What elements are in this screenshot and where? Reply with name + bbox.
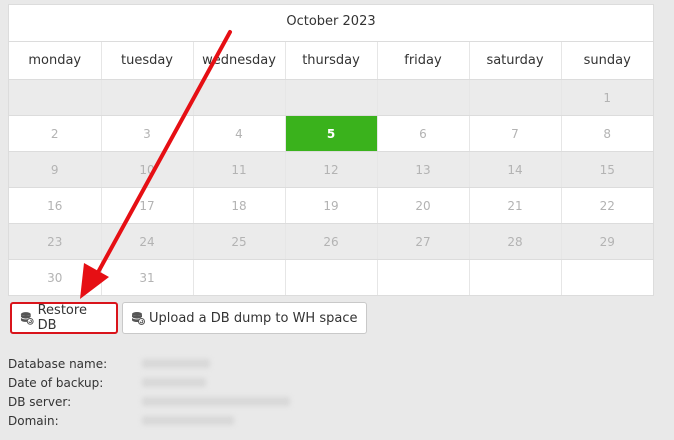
calendar: October 2023 monday tuesday wednesday thurs… [8,4,654,296]
weekday-thursday: thursday [285,42,378,80]
week-row: 30 31 [9,259,653,295]
backup-date-row: Date of backup: [8,373,290,392]
empty-day-cell [469,259,562,295]
week-row: 2345678 [9,115,653,152]
day-cell[interactable]: 16 [9,187,102,224]
empty-day-cell [377,259,470,295]
day-cell[interactable]: 24 [101,223,194,260]
empty-day-cell [377,79,470,116]
calendar-grid: monday tuesday wednesday thursday friday satu… [9,42,653,295]
day-cell[interactable]: 27 [377,223,470,260]
day-cell[interactable]: 8 [561,115,653,152]
day-cell[interactable]: 13 [377,151,470,188]
calendar-month-title: October 2023 [9,5,653,42]
day-cell[interactable]: 25 [193,223,286,260]
domain-label: Domain: [8,413,59,428]
empty-day-cell [561,259,653,295]
week-row: 23 24 25 26 27 28 29 [9,223,653,260]
db-name-label: Database name: [8,356,108,371]
day-cell[interactable]: 14 [469,151,562,188]
weekday-monday: monday [9,42,102,80]
empty-day-cell [193,259,286,295]
day-cell[interactable]: 17 [101,187,194,224]
day-cell[interactable]: 22 [561,187,653,224]
database-restore-icon [20,312,34,325]
day-cell[interactable]: 26 [285,223,378,260]
day-cell[interactable]: 6 [377,115,470,152]
day-cell[interactable]: 1 [561,79,653,116]
day-cell-selected[interactable]: 5 [285,115,378,152]
backup-date-label: Date of backup: [8,375,104,390]
week-row: 1 [9,79,653,116]
weekday-friday: friday [377,42,470,80]
db-server-row: DB server: [8,392,290,411]
day-cell[interactable]: 9 [9,151,102,188]
database-upload-icon [131,312,145,325]
day-cell[interactable]: 29 [561,223,653,260]
empty-day-cell [193,79,286,116]
day-cell[interactable]: 10 [101,151,194,188]
domain-value-redacted [142,416,234,425]
week-row: 9 10 11 12 13 14 15 [9,151,653,188]
day-cell[interactable]: 2 [9,115,102,152]
empty-day-cell [9,79,102,116]
domain-row: Domain: [8,411,290,430]
day-cell[interactable]: 11 [193,151,286,188]
weekday-sunday: sunday [561,42,653,80]
day-cell[interactable]: 28 [469,223,562,260]
week-row: 16 17 18 19 20 21 22 [9,187,653,224]
upload-db-dump-button[interactable]: Upload a DB dump to WH space [122,302,367,334]
day-cell[interactable]: 7 [469,115,562,152]
empty-day-cell [469,79,562,116]
day-cell[interactable]: 30 [9,259,102,295]
weekday-header-row: monday tuesday wednesday thursday friday satu… [9,42,653,80]
db-name-value-redacted [142,359,210,368]
backup-date-value-redacted [142,378,206,387]
day-cell[interactable]: 18 [193,187,286,224]
restore-db-label: Restore DB [37,303,87,333]
restore-db-button[interactable]: Restore DB [10,302,118,334]
empty-day-cell [285,259,378,295]
day-cell[interactable]: 12 [285,151,378,188]
day-cell[interactable]: 4 [193,115,286,152]
day-cell[interactable]: 15 [561,151,653,188]
weekday-wednesday: wednesday [193,42,286,80]
day-cell[interactable]: 20 [377,187,470,224]
weekday-tuesday: tuesday [101,42,194,80]
db-server-value-redacted [142,397,290,406]
day-cell[interactable]: 21 [469,187,562,224]
backup-info: Database name: Date of backup: DB server… [8,354,290,430]
db-name-row: Database name: [8,354,290,373]
upload-db-label: Upload a DB dump to WH space [149,310,358,326]
empty-day-cell [285,79,378,116]
day-cell[interactable]: 3 [101,115,194,152]
day-cell[interactable]: 19 [285,187,378,224]
day-cell[interactable]: 23 [9,223,102,260]
db-server-label: DB server: [8,394,72,409]
empty-day-cell [101,79,194,116]
day-cell[interactable]: 31 [101,259,194,295]
weekday-saturday: saturday [469,42,562,80]
